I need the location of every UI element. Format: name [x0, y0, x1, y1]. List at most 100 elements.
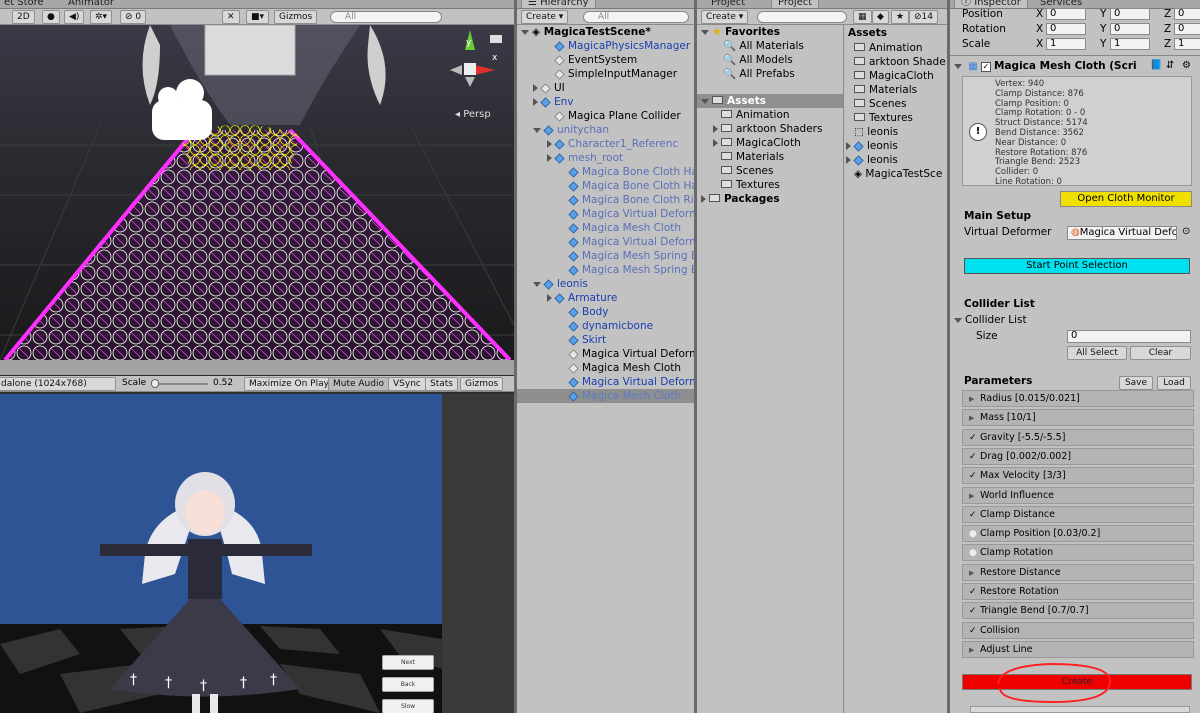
checkbox-checked-icon[interactable]: ✓ — [969, 604, 977, 619]
hierarchy-item[interactable]: Magica Mesh Cloth — [517, 221, 694, 235]
expand-icon[interactable] — [547, 140, 552, 148]
expand-icon[interactable] — [701, 195, 706, 203]
expand-icon[interactable] — [533, 127, 541, 133]
filter-label-icon[interactable]: ◆ — [872, 10, 889, 24]
position-axis-label[interactable]: Z — [1164, 8, 1171, 20]
expand-icon[interactable] — [713, 139, 718, 147]
expand-icon[interactable] — [547, 154, 552, 162]
parameter-row[interactable]: ● Clamp Position [0.03/0.2] — [962, 525, 1194, 543]
hierarchy-item[interactable]: Magica Virtual Deform — [517, 207, 694, 221]
expand-icon[interactable] — [954, 317, 962, 323]
project-folder-item[interactable]: Textures — [697, 178, 843, 192]
packages-row[interactable]: Packages — [697, 192, 843, 206]
tab-project-2[interactable]: Project — [771, 0, 820, 8]
project-asset-item[interactable]: Materials — [844, 83, 947, 97]
position-axis-label[interactable]: X — [1036, 8, 1043, 20]
rotation-axis-label[interactable]: Z — [1164, 23, 1171, 35]
expand-arrow-icon[interactable]: ▶ — [969, 643, 977, 658]
checkbox-checked-icon[interactable]: ✓ — [969, 431, 977, 446]
expand-icon[interactable] — [521, 29, 529, 35]
back-button[interactable]: Back — [382, 677, 434, 692]
tools-icon[interactable]: ✕ — [222, 10, 240, 24]
settings-gear-icon[interactable]: ⚙ — [1182, 60, 1191, 71]
scene-row[interactable]: ◈ MagicaTestScene* — [517, 25, 694, 39]
virtual-deformer-field[interactable]: ◍Magica Virtual Defc — [1067, 226, 1177, 240]
parameter-row[interactable]: ✓ Collision — [962, 621, 1194, 639]
mode-2d-button[interactable]: 2D — [12, 10, 35, 24]
filter-type-icon[interactable]: ▦ — [853, 10, 872, 24]
hierarchy-search-input[interactable]: All — [583, 11, 689, 23]
expand-icon[interactable] — [547, 294, 552, 302]
project-folder-item[interactable]: MagicaCloth — [697, 136, 843, 150]
expand-icon[interactable] — [846, 142, 851, 150]
scene-viewport[interactable]: y x ◂ Persp — [0, 25, 514, 360]
parameter-row[interactable]: ▶ Adjust Line — [962, 640, 1194, 658]
favorite-icon[interactable]: ★ — [891, 10, 910, 24]
expand-arrow-icon[interactable]: ▶ — [969, 411, 977, 426]
hidden-objects-toggle[interactable]: ⊘ 0 — [120, 10, 147, 24]
assets-folder-row[interactable]: Assets — [697, 94, 843, 108]
hierarchy-item[interactable]: Character1_Referenc — [517, 137, 694, 151]
preset-icon[interactable]: ⇵ — [1166, 60, 1174, 71]
checkbox-unchecked-icon[interactable]: ● — [969, 527, 977, 542]
tab-project-1[interactable]: Project — [705, 0, 751, 8]
vsync-toggle[interactable]: VSync — [388, 377, 426, 391]
project-asset-item[interactable]: leonis — [844, 153, 947, 167]
scale-slider-track[interactable] — [152, 383, 208, 385]
hierarchy-item[interactable]: SimpleInputManager — [517, 67, 694, 81]
scale-slider-handle[interactable] — [151, 379, 159, 388]
checkbox-checked-icon[interactable]: ✓ — [969, 585, 977, 600]
hierarchy-item[interactable]: Magica Bone Cloth Ha — [517, 179, 694, 193]
parameter-row[interactable]: ✓ Gravity [-5.5/-5.5] — [962, 428, 1194, 446]
parameter-row[interactable]: ▶ Radius [0.015/0.021] — [962, 390, 1194, 407]
parameter-row[interactable]: ✓ Clamp Distance — [962, 505, 1194, 523]
audio-icon[interactable]: ◀) — [64, 10, 85, 24]
hierarchy-item[interactable]: UI — [517, 81, 694, 95]
expand-arrow-icon[interactable]: ▶ — [969, 489, 977, 504]
start-point-selection-button[interactable]: Start Point Selection — [964, 258, 1190, 274]
hidden-packages-toggle[interactable]: ⊘14 — [909, 10, 938, 24]
expand-icon[interactable] — [701, 29, 709, 35]
project-folder-item[interactable]: Animation — [697, 108, 843, 122]
expand-arrow-icon[interactable]: ▶ — [969, 392, 977, 407]
hierarchy-create-button[interactable]: Create ▾ — [521, 10, 569, 24]
project-folder-item[interactable]: arktoon Shaders — [697, 122, 843, 136]
scale-axis-label[interactable]: Y — [1100, 38, 1106, 50]
favorite-item[interactable]: 🔍 All Prefabs — [697, 67, 843, 81]
hierarchy-item[interactable]: Env — [517, 95, 694, 109]
favorites-row[interactable]: ★ Favorites — [697, 25, 843, 39]
next-component-button[interactable] — [970, 706, 1190, 713]
collider-list-foldout[interactable]: Collider List — [954, 314, 1027, 326]
parameter-row[interactable]: ● Clamp Rotation — [962, 544, 1194, 562]
hierarchy-item[interactable]: Magica Virtual Deform — [517, 375, 694, 389]
checkbox-checked-icon[interactable]: ✓ — [969, 469, 977, 484]
hierarchy-item[interactable]: Magica Mesh Spring B — [517, 249, 694, 263]
project-asset-item[interactable]: Animation — [844, 41, 947, 55]
expand-icon[interactable] — [713, 125, 718, 133]
expand-icon[interactable] — [533, 281, 541, 287]
position-y-field[interactable]: 0 — [1110, 8, 1150, 20]
hierarchy-item[interactable]: Magica Bone Cloth Rib — [517, 193, 694, 207]
effects-icon[interactable]: ✲▾ — [90, 10, 113, 24]
persp-label[interactable]: ◂ Persp — [455, 109, 491, 120]
checkbox-checked-icon[interactable]: ✓ — [969, 624, 977, 639]
rotation-axis-label[interactable]: X — [1036, 23, 1043, 35]
position-x-field[interactable]: 0 — [1046, 8, 1086, 20]
lock-icon[interactable] — [490, 35, 502, 43]
scale-y-field[interactable]: 1 — [1110, 38, 1150, 50]
expand-icon[interactable] — [533, 98, 538, 106]
project-asset-item[interactable]: Scenes — [844, 97, 947, 111]
project-search-input[interactable] — [757, 11, 847, 23]
scene-search-input[interactable]: All — [330, 11, 442, 23]
slow-button[interactable]: Slow — [382, 699, 434, 713]
parameter-row[interactable]: ✓ Restore Rotation — [962, 583, 1194, 600]
hierarchy-item[interactable]: dynamicbone — [517, 319, 694, 333]
rotation-y-field[interactable]: 0 — [1110, 23, 1150, 35]
expand-icon[interactable] — [701, 98, 709, 104]
tab-animator[interactable]: Animator — [62, 0, 120, 8]
favorite-item[interactable]: 🔍 All Materials — [697, 39, 843, 53]
checkbox-unchecked-icon[interactable]: ● — [969, 546, 977, 561]
load-button[interactable]: Load — [1157, 376, 1191, 390]
hierarchy-item[interactable]: Skirt — [517, 333, 694, 347]
hierarchy-item[interactable]: Magica Plane Collider — [517, 109, 694, 123]
